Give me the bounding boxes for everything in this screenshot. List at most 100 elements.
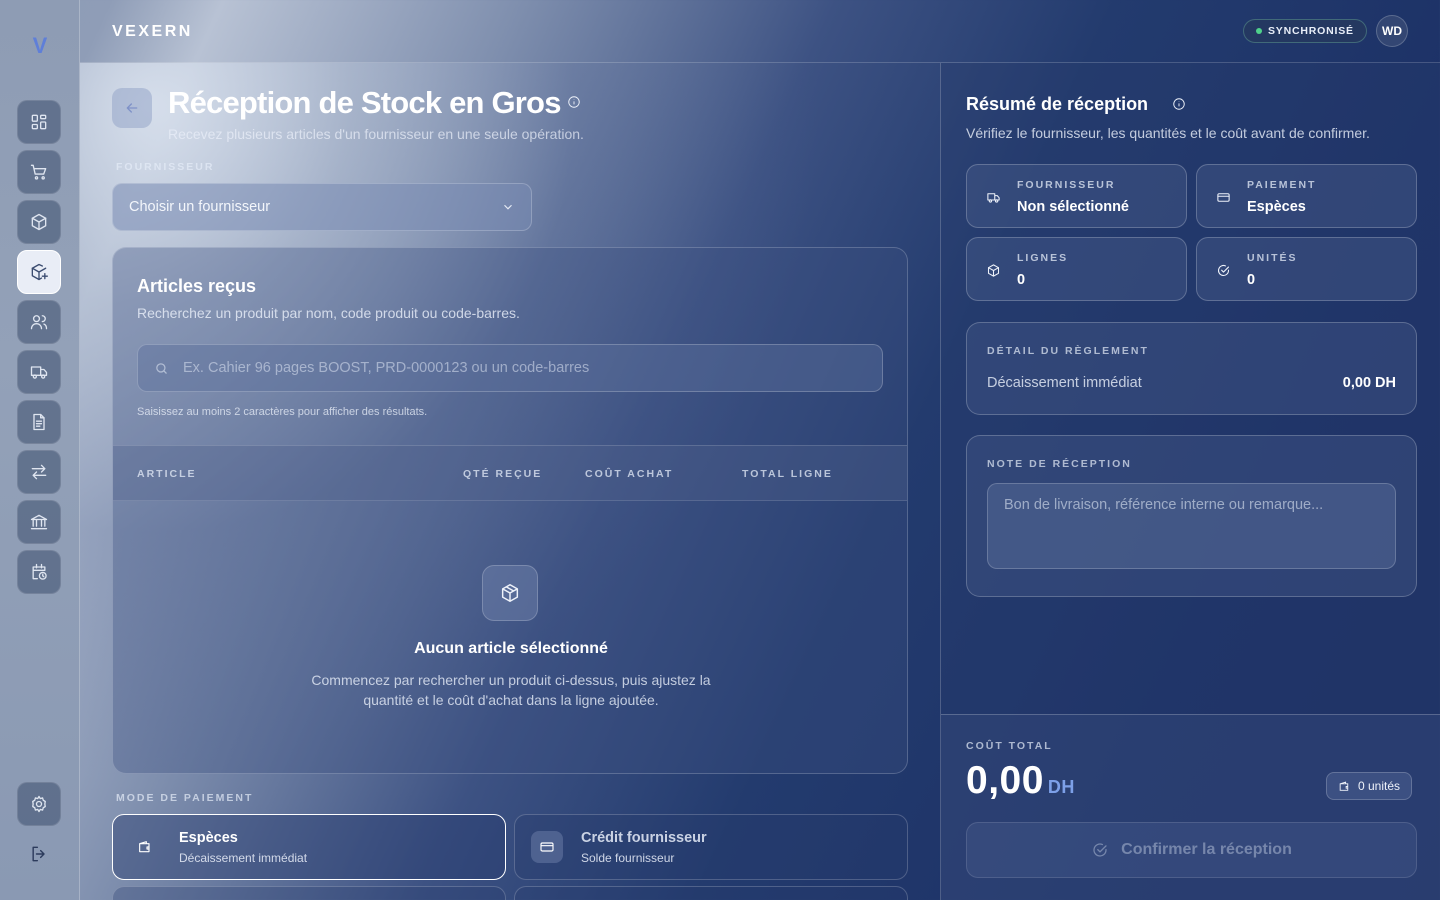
sidebar-item-stock-reception[interactable] [17,250,61,294]
sidebar-item-dashboard[interactable] [17,100,61,144]
payment-option-more[interactable] [112,886,506,900]
card-icon [1217,193,1230,202]
search-hint: Saisissez au moins 2 caractères pour aff… [137,406,428,418]
column-header-cost: COÛT ACHAT [585,468,674,480]
note-label: NOTE DE RÉCEPTION [987,458,1132,470]
back-button[interactable] [112,88,152,128]
column-header-qty: QTÉ REÇUE [463,468,543,480]
check-circle-icon [1093,843,1107,857]
sidebar-item-products[interactable] [17,200,61,244]
truck-icon [30,366,48,379]
summary-title: Résumé de réception [966,94,1149,114]
supplier-label: FOURNISSEUR [116,161,215,173]
payment-option-subtitle: Solde fournisseur [581,850,675,865]
chevron-down-icon [504,204,512,210]
payment-option-title: Crédit fournisseur [581,829,707,846]
page-subtitle: Recevez plusieurs articles d'un fourniss… [168,126,584,142]
logout-button[interactable] [17,832,61,876]
table-header: ARTICLE QTÉ REÇUE COÛT ACHAT TOTAL LIGNE [113,445,907,501]
main-content: Réception de Stock en Gros Recevez plusi… [80,63,940,900]
status-dot-icon [1256,28,1262,34]
app-logo[interactable]: V [0,33,80,59]
sync-status-badge: SYNCHRONISÉ [1243,19,1367,43]
payment-option-cash[interactable]: Espèces Décaissement immédiat [112,814,506,880]
tile-label: UNITÉS [1247,252,1298,264]
sidebar-item-bank[interactable] [17,500,61,544]
summary-subtitle: Vérifiez le fournisseur, les quantités e… [966,125,1370,141]
user-avatar[interactable]: WD [1376,15,1408,47]
summary-tile-lines: LIGNES 0 [966,237,1187,301]
tile-label: PAIEMENT [1247,179,1317,191]
payment-mode-label: MODE DE PAIEMENT [116,792,254,804]
column-header-article: ARTICLE [137,468,197,480]
empty-state-icon [482,565,538,621]
page-title: Réception de Stock en Gros [168,85,561,120]
truck-icon [987,193,1000,203]
summary-tile-supplier: FOURNISSEUR Non sélectionné [966,164,1187,228]
total-cost-currency: DH [1047,777,1075,797]
logout-icon [32,846,45,862]
package-plus-icon [31,263,48,281]
sidebar-item-suppliers[interactable] [17,350,61,394]
sidebar-item-schedule[interactable] [17,550,61,594]
bank-icon [30,514,48,530]
summary-tile-payment: PAIEMENT Espèces [1196,164,1417,228]
check-circle-icon [1218,264,1230,276]
note-textarea[interactable] [987,483,1396,569]
package-icon [31,213,47,231]
transfer-icon [31,464,47,480]
document-icon [33,413,45,431]
sidebar-item-customers[interactable] [17,300,61,344]
empty-state-text: Commencez par rechercher un produit ci-d… [311,672,711,708]
total-cost-value: 0,00 [966,759,1044,802]
total-cost: 0,00 DH [966,759,1075,803]
product-search[interactable] [137,344,883,392]
users-icon [30,315,48,330]
settlement-amount: 0,00 DH [1342,375,1396,391]
summary-tile-units: UNITÉS 0 [1196,237,1417,301]
search-icon [156,362,167,374]
product-search-input[interactable] [183,360,843,376]
settlement-text: Décaissement immédiat [987,375,1142,391]
payment-option-title: Espèces [179,829,238,846]
sidebar-item-sales[interactable] [17,150,61,194]
units-count: 0 unités [1358,779,1401,793]
payment-option-subtitle: Décaissement immédiat [179,850,308,865]
payment-option-more[interactable] [514,886,908,900]
dashboard-icon [31,114,47,130]
tile-label: FOURNISSEUR [1017,179,1116,191]
articles-title: Articles reçus [137,276,257,296]
reception-note: NOTE DE RÉCEPTION [966,435,1417,597]
card-icon [531,831,563,863]
wallet-icon [129,831,161,863]
sidebar-item-transfers[interactable] [17,450,61,494]
supplier-select[interactable]: Choisir un fournisseur [112,183,532,231]
articles-card: Articles reçus Recherchez un produit par… [112,247,908,774]
articles-subtitle: Recherchez un produit par nom, code prod… [137,305,520,321]
units-badge: 0 unités [1326,772,1413,800]
cart-icon [30,164,47,180]
calendar-clock-icon [32,563,47,580]
settlement-detail: DÉTAIL DU RÈGLEMENT Décaissement immédia… [966,322,1417,415]
payment-option-credit[interactable]: Crédit fournisseur Solde fournisseur [514,814,908,880]
settlement-label: DÉTAIL DU RÈGLEMENT [987,345,1149,357]
settings-button[interactable] [17,782,61,826]
total-cost-label: COÛT TOTAL [966,740,1053,752]
arrow-left-icon [126,103,138,113]
column-header-total: TOTAL LIGNE [742,468,833,480]
sidebar-item-documents[interactable] [17,400,61,444]
confirm-label: Confirmer la réception [1121,841,1292,858]
package-icon [501,584,519,602]
sidebar: V [0,0,80,900]
tile-value: Espèces [1247,199,1306,215]
package-icon [987,264,1000,277]
topbar: VEXERN SYNCHRONISÉ WD [80,0,1440,63]
info-icon[interactable] [1172,97,1186,111]
empty-state-title: Aucun article sélectionné [414,640,608,657]
confirm-reception-button[interactable]: Confirmer la réception [966,822,1417,878]
gear-icon [32,795,46,813]
summary-panel: Résumé de réception Vérifiez le fourniss… [940,63,1440,900]
info-icon[interactable] [567,95,581,109]
tile-value: 0 [1017,272,1026,288]
tile-label: LIGNES [1017,252,1069,264]
